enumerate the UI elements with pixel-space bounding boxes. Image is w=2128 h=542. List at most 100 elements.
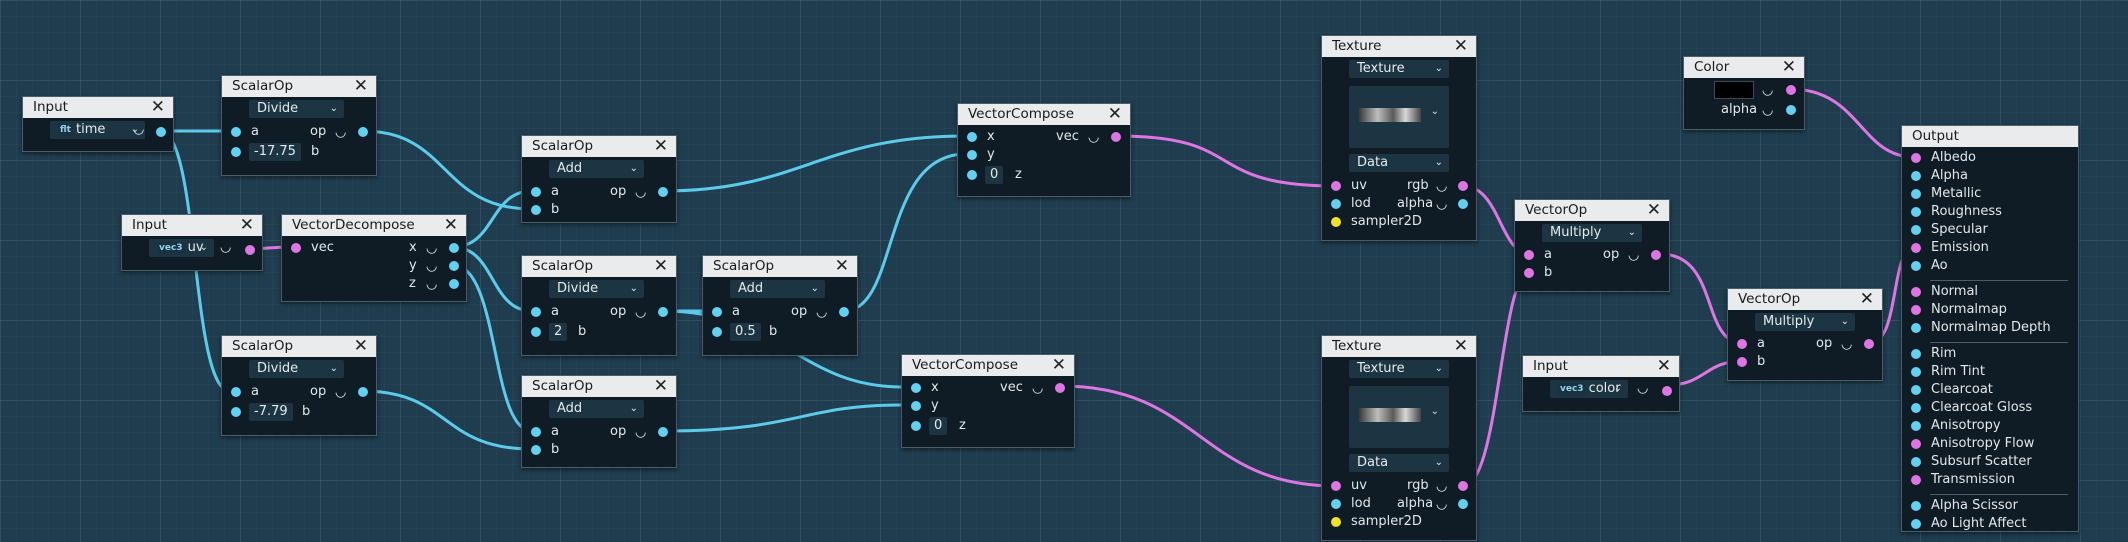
close-icon[interactable]: ✕ (1782, 57, 1796, 78)
input-port-b[interactable] (231, 147, 241, 157)
node-vectorop-2[interactable]: VectorOp ✕ Multiply ⌄ a op ◡ b (1727, 288, 1883, 381)
input-port-a[interactable] (1524, 250, 1534, 260)
operation-select[interactable]: Add ⌄ (549, 160, 644, 178)
output-port-alpha[interactable] (1458, 199, 1468, 209)
output-port[interactable] (245, 245, 255, 255)
node-header[interactable]: Input ✕ (122, 215, 262, 236)
input-port-subsurf-scatter[interactable] (1911, 457, 1921, 467)
swizzle-toggle-icon[interactable]: ◡ (1637, 382, 1648, 396)
swizzle-toggle-icon[interactable]: ◡ (1032, 382, 1043, 396)
input-port-clearcoat-gloss[interactable] (1911, 403, 1921, 413)
input-port-alpha-scissor[interactable] (1911, 501, 1921, 511)
node-scalarop-add-2[interactable]: ScalarOp ✕ Add ⌄ a op ◡ b (521, 375, 677, 468)
node-header[interactable]: ScalarOp ✕ (522, 376, 676, 397)
input-name-select[interactable]: flt time ⌄ (50, 121, 145, 139)
swizzle-toggle-icon[interactable]: ◡ (1088, 131, 1099, 145)
value-field-a[interactable]: -7.79 (249, 403, 293, 421)
input-port-ao-light-affect[interactable] (1911, 519, 1921, 529)
output-port-z[interactable] (449, 279, 459, 289)
close-icon[interactable]: ✕ (835, 256, 849, 277)
node-header[interactable]: Input ✕ (23, 97, 173, 118)
node-vectorop-1[interactable]: VectorOp ✕ Multiply ⌄ a op ◡ b (1514, 199, 1670, 292)
swizzle-toggle-icon[interactable]: ◡ (1762, 104, 1773, 118)
swizzle-toggle-icon[interactable]: ◡ (335, 126, 346, 140)
input-port-vec[interactable] (291, 243, 301, 253)
swizzle-toggle-icon[interactable]: ◡ (816, 306, 827, 320)
node-header[interactable]: ScalarOp ✕ (222, 336, 376, 357)
swizzle-toggle-icon[interactable]: ◡ (635, 426, 646, 440)
node-header[interactable]: VectorDecompose ✕ (282, 215, 466, 236)
input-port-anisotropy[interactable] (1911, 421, 1921, 431)
node-output[interactable]: Output Albedo Alpha Metallic Roughness S… (1901, 125, 2079, 532)
node-header[interactable]: Texture ✕ (1322, 36, 1476, 57)
input-port-emission[interactable] (1911, 243, 1921, 253)
close-icon[interactable]: ✕ (654, 256, 668, 277)
value-field-z[interactable]: 0 (929, 417, 948, 435)
input-port-normalmap[interactable] (1911, 305, 1921, 315)
input-port-rim-tint[interactable] (1911, 367, 1921, 377)
input-port-y[interactable] (911, 401, 921, 411)
swizzle-toggle-icon[interactable]: ◡ (1436, 198, 1447, 212)
operation-select[interactable]: Divide ⌄ (549, 280, 644, 298)
output-port[interactable] (658, 427, 668, 437)
node-color[interactable]: Color ✕ ◡ alpha ◡ (1683, 56, 1805, 130)
texture-preview[interactable]: ⌄ (1349, 386, 1449, 448)
close-icon[interactable]: ✕ (1454, 36, 1468, 57)
operation-select[interactable]: Add ⌄ (549, 400, 644, 418)
texture-type-select[interactable]: Texture ⌄ (1349, 360, 1449, 378)
texture-data-select[interactable]: Data ⌄ (1349, 454, 1449, 472)
node-vector-decompose[interactable]: VectorDecompose ✕ vec x ◡ y ◡ z ◡ (281, 214, 467, 302)
output-port[interactable] (1864, 339, 1874, 349)
output-port[interactable] (156, 127, 166, 137)
input-port-a[interactable] (531, 307, 541, 317)
input-port-uv[interactable] (1331, 481, 1341, 491)
input-port-uv[interactable] (1331, 181, 1341, 191)
close-icon[interactable]: ✕ (354, 76, 368, 97)
input-port-b[interactable] (531, 327, 541, 337)
value-field-a[interactable]: -17.75 (249, 143, 301, 161)
node-header[interactable]: Texture ✕ (1322, 336, 1476, 357)
input-port-normalmap-depth[interactable] (1911, 323, 1921, 333)
input-port-a[interactable] (231, 387, 241, 397)
input-name-select[interactable]: vec3 color ⌄ (1550, 380, 1628, 398)
node-header[interactable]: VectorCompose ✕ (902, 355, 1074, 376)
close-icon[interactable]: ✕ (1052, 355, 1066, 376)
close-icon[interactable]: ✕ (1860, 289, 1874, 310)
output-port-color[interactable] (1786, 85, 1796, 95)
swizzle-toggle-icon[interactable]: ◡ (220, 241, 231, 255)
input-port-a[interactable] (531, 187, 541, 197)
swizzle-toggle-icon[interactable]: ◡ (635, 306, 646, 320)
input-port-x[interactable] (967, 132, 977, 142)
swizzle-toggle-icon[interactable]: ◡ (426, 260, 437, 274)
input-port-y[interactable] (967, 150, 977, 160)
input-port-rim[interactable] (1911, 349, 1921, 359)
input-port-a[interactable] (231, 127, 241, 137)
value-field-b[interactable]: 0.5 (730, 323, 761, 341)
input-port-x[interactable] (911, 383, 921, 393)
node-header[interactable]: ScalarOp ✕ (522, 256, 676, 277)
node-header[interactable]: Color ✕ (1684, 57, 1804, 78)
node-vector-compose-1[interactable]: VectorCompose ✕ x vec ◡ y 0 z (957, 103, 1131, 197)
node-texture-1[interactable]: Texture ✕ Texture ⌄ ⌄ Data ⌄ uv rgb ◡ lod a… (1321, 35, 1477, 241)
operation-select[interactable]: Divide ⌄ (249, 360, 344, 378)
operation-select[interactable]: Multiply ⌄ (1755, 313, 1855, 331)
node-scalarop-divide-1[interactable]: ScalarOp ✕ Divide ⌄ a op ◡ -17.75 b (221, 75, 377, 176)
close-icon[interactable]: ✕ (654, 136, 668, 157)
close-icon[interactable]: ✕ (1647, 200, 1661, 221)
input-port-lod[interactable] (1331, 499, 1341, 509)
close-icon[interactable]: ✕ (1454, 336, 1468, 357)
texture-preview[interactable]: ⌄ (1349, 86, 1449, 148)
output-port[interactable] (1651, 250, 1661, 260)
swizzle-toggle-icon[interactable]: ◡ (1436, 480, 1447, 494)
node-header[interactable]: VectorOp ✕ (1728, 289, 1882, 310)
output-port[interactable] (358, 127, 368, 137)
node-scalarop-divide-2[interactable]: ScalarOp ✕ Divide ⌄ a op ◡ -7.79 b (221, 335, 377, 436)
output-port[interactable] (839, 307, 849, 317)
input-port-b[interactable] (531, 445, 541, 455)
input-port-metallic[interactable] (1911, 189, 1921, 199)
texture-type-select[interactable]: Texture ⌄ (1349, 60, 1449, 78)
input-port-sampler[interactable] (1331, 217, 1341, 227)
input-port-a[interactable] (712, 307, 722, 317)
node-input-color[interactable]: Input ✕ vec3 color ⌄ ◡ (1522, 355, 1680, 412)
output-port-rgb[interactable] (1458, 481, 1468, 491)
